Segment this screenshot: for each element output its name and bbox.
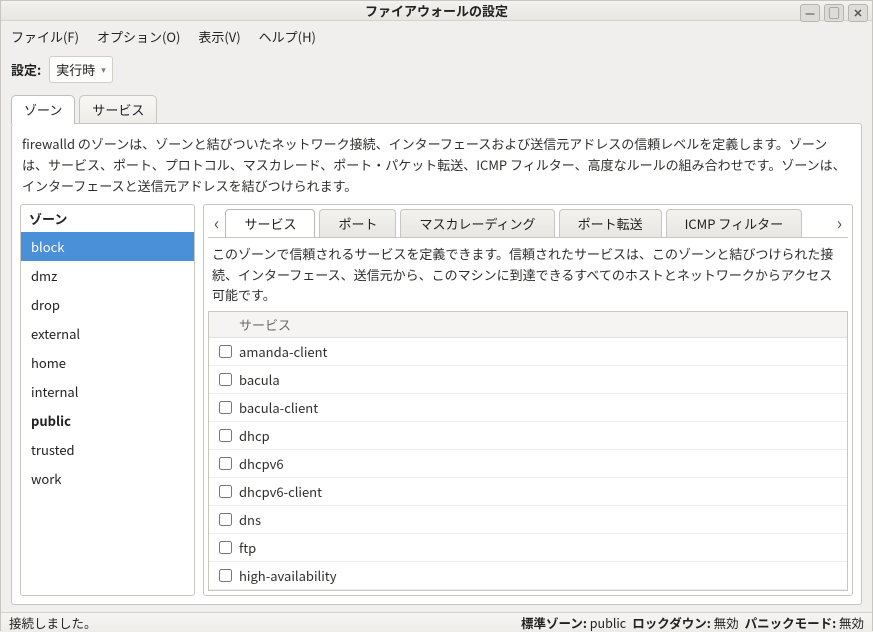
service-row[interactable]: bacula-client [209,394,847,422]
services-table: サービス amanda-client bacula bacula-client dhc… [208,311,848,591]
service-checkbox[interactable] [219,429,232,442]
service-name: dhcpv6 [239,454,284,473]
zone-item[interactable]: internal [21,377,194,406]
zone-item[interactable]: external [21,319,194,348]
zone-item[interactable]: block [21,232,194,261]
service-checkbox[interactable] [219,373,232,386]
status-lockdown: ロックダウン: 無効 [632,613,738,632]
tab-zone-ports[interactable]: ポート [319,209,396,237]
status-panic-label: パニックモード: [745,613,837,632]
tab-services[interactable]: サービス [79,95,157,124]
service-checkbox[interactable] [219,485,232,498]
service-row[interactable]: ftp [209,534,847,562]
menu-view[interactable]: 表示(V) [198,27,240,46]
service-row[interactable]: dhcpv6-client [209,478,847,506]
outer-tabstrip: ゾーン サービス [1,95,872,124]
status-panic-value: 無効 [839,613,864,632]
service-name: bacula [239,370,280,389]
maximize-button[interactable]: ▢ [824,4,844,22]
service-checkbox[interactable] [219,541,232,554]
service-row[interactable]: amanda-client [209,338,847,366]
service-name: dhcpv6-client [239,482,322,501]
close-button[interactable]: ✕ [848,4,868,22]
minimize-button[interactable]: — [800,4,820,22]
window-title: ファイアウォールの設定 [1,1,872,20]
tab-zone-icmp[interactable]: ICMP フィルター [666,209,803,237]
zone-list-header: ゾーン [21,205,194,232]
status-connected: 接続しました。 [9,613,515,632]
status-default-zone-value: public [590,613,626,632]
service-name: dhcp [239,426,270,445]
zone-item[interactable]: home [21,348,194,377]
service-row[interactable]: dhcp [209,422,847,450]
tab-zone-forward[interactable]: ポート転送 [559,209,662,237]
status-panic: パニックモード: 無効 [745,613,864,632]
service-name: ftp [239,538,256,557]
service-name: high-availability [239,566,336,585]
zone-item[interactable]: public [21,406,194,435]
service-row[interactable]: bacula [209,366,847,394]
window-titlebar: ファイアウォールの設定 — ▢ ✕ [1,1,872,21]
inner-tabstrip: ‹ サービス ポート マスカレーディング ポート転送 ICMP フィルター › [208,209,848,237]
menubar: ファイル(F) オプション(O) 表示(V) ヘルプ(H) [1,21,872,52]
zone-list-panel: ゾーン blockdmzdropexternalhomeinternalpubl… [20,204,195,595]
status-lockdown-label: ロックダウン: [632,613,711,632]
service-row[interactable]: dns [209,506,847,534]
chevron-down-icon: ▾ [101,63,106,76]
services-name-column: サービス [239,315,291,334]
status-default-zone: 標準ゾーン: public [521,613,626,632]
service-checkbox[interactable] [219,513,232,526]
service-checkbox[interactable] [219,345,232,358]
zone-item[interactable]: trusted [21,435,194,464]
menu-file[interactable]: ファイル(F) [11,27,79,46]
service-name: amanda-client [239,342,327,361]
zones-split: ゾーン blockdmzdropexternalhomeinternalpubl… [20,204,853,595]
service-checkbox[interactable] [219,401,232,414]
tab-zone-services[interactable]: サービス [225,209,315,237]
config-label: 設定: [11,60,41,79]
status-lockdown-value: 無効 [714,613,739,632]
service-name: bacula-client [239,398,318,417]
service-checkbox[interactable] [219,457,232,470]
zone-list[interactable]: blockdmzdropexternalhomeinternalpublictr… [21,232,194,594]
menu-help[interactable]: ヘルプ(H) [259,27,316,46]
service-row[interactable]: high-availability [209,562,847,590]
zone-item[interactable]: drop [21,290,194,319]
statusbar: 接続しました。 標準ゾーン: public ロックダウン: 無効 パニックモード… [1,612,872,632]
zone-item[interactable]: work [21,464,194,493]
tabs-scroll-left[interactable]: ‹ [208,210,225,236]
window-controls: — ▢ ✕ [800,4,868,22]
zones-page: firewalld のゾーンは、ゾーンと結びついたネットワーク接続、インターフェ… [11,123,862,605]
config-mode-combo[interactable]: 実行時 ▾ [49,56,113,83]
services-table-header: サービス [209,312,847,338]
tabs-scroll-right[interactable]: › [831,210,848,236]
tab-zones[interactable]: ゾーン [11,95,75,124]
service-checkbox[interactable] [219,569,232,582]
zone-detail-panel: ‹ サービス ポート マスカレーディング ポート転送 ICMP フィルター › … [203,204,853,595]
status-default-zone-label: 標準ゾーン: [521,613,587,632]
service-row[interactable]: dhcpv6 [209,450,847,478]
tab-zone-masquerade[interactable]: マスカレーディング [400,209,554,237]
config-mode-value: 実行時 [56,60,95,79]
menu-option[interactable]: オプション(O) [97,27,180,46]
services-description: このゾーンで信頼されるサービスを定義できます。信頼されたサービスは、このゾーンと… [208,237,848,310]
config-row: 設定: 実行時 ▾ [1,52,872,95]
zones-description: firewalld のゾーンは、ゾーンと結びついたネットワーク接続、インターフェ… [20,132,853,204]
service-name: dns [239,510,261,529]
zone-item[interactable]: dmz [21,261,194,290]
